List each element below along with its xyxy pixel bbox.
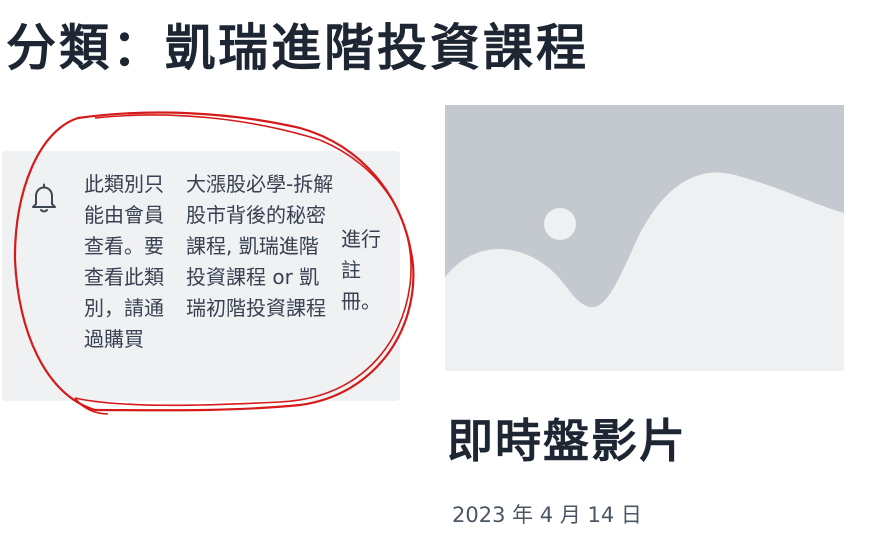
- notice-text-register: 進行註冊。: [341, 227, 381, 313]
- post-title-link[interactable]: 即時盤影片: [447, 406, 687, 476]
- post-date: 2023 年 4 月 14 日: [452, 503, 642, 527]
- notice-text-course-list[interactable]: 大漲股必學-拆解股市背後的秘密課程, 凱瑞進階投資課程 or 凱瑞初階投資課程: [186, 169, 338, 324]
- page-title: 分類：凱瑞進階投資課程: [6, 19, 589, 77]
- image-placeholder-icon: [544, 208, 576, 240]
- post-thumbnail[interactable]: [445, 105, 844, 371]
- notice-text-members-only: 此類別只能由會員查看。要查看此類別，請通過購買: [84, 172, 164, 351]
- bell-icon: [32, 183, 56, 213]
